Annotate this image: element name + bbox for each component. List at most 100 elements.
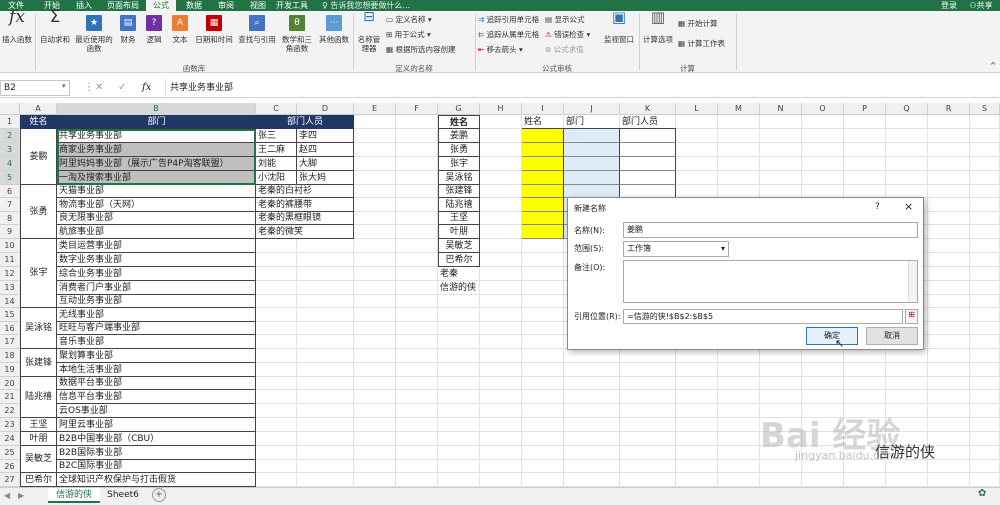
dept-cell[interactable]: 综合业务事业部 (57, 267, 256, 281)
scope-select[interactable]: 工作簿 ▾ (623, 241, 729, 257)
row-header[interactable]: 17 (0, 335, 20, 349)
col-header[interactable]: K (620, 103, 676, 115)
staff-cell[interactable]: 大脚 (297, 157, 354, 171)
input-cell[interactable] (522, 198, 564, 212)
chevron-down-icon[interactable]: ▾ (62, 82, 66, 90)
financial-button[interactable]: ▤ 财务 (118, 13, 138, 44)
staff-cell[interactable]: 赵四 (297, 143, 354, 157)
input-cell[interactable] (564, 157, 620, 171)
input-cell[interactable] (522, 157, 564, 171)
input-cell[interactable] (564, 129, 620, 143)
name-list-cell[interactable]: 姓名 (438, 115, 480, 129)
input-cell[interactable] (564, 143, 620, 157)
dept-cell[interactable]: B2B国际事业部 (57, 446, 256, 460)
input-cell[interactable] (522, 129, 564, 143)
enter-icon[interactable]: ✓ (118, 79, 126, 97)
fx-icon[interactable]: fx (142, 79, 151, 97)
name-cell[interactable]: 姜鹏 (20, 129, 57, 185)
staff-cell[interactable]: 老秦的白衬衫 (256, 185, 354, 198)
row-header[interactable]: 26 (0, 460, 20, 473)
name-cell[interactable]: 吴泳铭 (20, 308, 57, 349)
col-header[interactable]: M (718, 103, 760, 115)
input-cell[interactable] (620, 157, 676, 171)
use-in-formula-button[interactable]: ⊞ 用于公式 ▾ (386, 30, 466, 39)
dept-cell[interactable]: 全球知识产权保护与打击假货 (57, 473, 256, 487)
col-header[interactable]: L (676, 103, 718, 115)
sheet-tab[interactable]: Sheet6 (103, 488, 143, 503)
dept-cell[interactable]: 旺旺与客户端事业部 (57, 322, 256, 335)
name-cell[interactable]: 张勇 (20, 185, 57, 239)
header-cell[interactable]: 部门人员 (620, 115, 676, 129)
row-header[interactable]: 2 (0, 129, 20, 143)
row-header[interactable]: 21 (0, 390, 20, 404)
name-list-cell[interactable]: 陆兆禧 (438, 198, 480, 212)
row-header[interactable]: 3 (0, 143, 20, 157)
staff-cell[interactable]: 李四 (297, 129, 354, 143)
header-cell[interactable]: 姓名 (20, 115, 57, 129)
trace-precedents-button[interactable]: ⇉ 追踪引用单元格 (478, 15, 548, 24)
row-header[interactable]: 5 (0, 171, 20, 185)
row-header[interactable]: 18 (0, 349, 20, 363)
prev-sheet-icon[interactable]: ◀ (4, 491, 10, 500)
input-cell[interactable] (522, 225, 564, 239)
row-header[interactable]: 11 (0, 253, 20, 267)
name-box[interactable]: B2 (0, 80, 70, 96)
input-cell[interactable] (522, 143, 564, 157)
dept-cell[interactable]: 云OS事业部 (57, 404, 256, 418)
staff-cell[interactable]: 张三 (256, 129, 297, 143)
math-button[interactable]: θ 数学和三角函数 (282, 13, 312, 53)
dept-cell[interactable]: 阿里云事业部 (57, 418, 256, 432)
row-header[interactable]: 13 (0, 281, 20, 295)
input-cell[interactable] (620, 171, 676, 185)
name-list-cell[interactable]: 张建锋 (438, 185, 480, 198)
col-header[interactable]: R (928, 103, 970, 115)
col-header[interactable]: S (970, 103, 1000, 115)
row-header[interactable]: 20 (0, 377, 20, 390)
select-all-corner[interactable] (0, 103, 20, 115)
dept-cell[interactable]: 航旅事业部 (57, 225, 256, 239)
row-header[interactable]: 15 (0, 308, 20, 322)
staff-cell[interactable]: 刘能 (256, 157, 297, 171)
input-cell[interactable] (620, 143, 676, 157)
dept-cell[interactable]: 数据平台事业部 (57, 377, 256, 390)
ok-button[interactable]: 确定 (806, 327, 858, 345)
dept-cell[interactable]: 无线事业部 (57, 308, 256, 322)
dept-cell[interactable]: 本地生活事业部 (57, 363, 256, 377)
staff-cell[interactable]: 小沈阳 (256, 171, 297, 185)
staff-cell[interactable]: 王二麻 (256, 143, 297, 157)
dept-cell[interactable]: 天猫事业部 (57, 185, 256, 198)
header-cell[interactable]: 部门 (564, 115, 620, 129)
row-header[interactable]: 9 (0, 225, 20, 239)
dept-cell[interactable]: 物流事业部（天网） (57, 198, 256, 212)
dept-cell[interactable]: 聚划算事业部 (57, 349, 256, 363)
insert-function-button[interactable]: fx 插入函数 (2, 9, 32, 45)
trace-dependents-button[interactable]: ⇇ 追踪从属单元格 (478, 30, 548, 39)
col-header[interactable]: C (256, 103, 297, 115)
tab-data[interactable]: 数据 (180, 0, 208, 11)
name-cell[interactable]: 王坚 (20, 418, 57, 432)
dept-cell[interactable]: 类目运营事业部 (57, 239, 256, 253)
close-icon[interactable]: × (904, 200, 913, 213)
add-sheet-icon[interactable]: + (152, 488, 166, 502)
col-header[interactable]: O (802, 103, 844, 115)
header-cell[interactable]: 部门 (57, 115, 256, 129)
calculate-now-button[interactable]: ▦ 开始计算 (678, 19, 738, 28)
name-field[interactable]: 姜鹏 (623, 222, 918, 238)
dept-cell[interactable]: B2B中国事业部（CBU） (57, 432, 256, 446)
row-header[interactable]: 14 (0, 295, 20, 308)
input-cell[interactable] (564, 171, 620, 185)
row-header[interactable]: 4 (0, 157, 20, 171)
row-header[interactable]: 16 (0, 322, 20, 335)
col-header[interactable]: N (760, 103, 802, 115)
row-header[interactable]: 10 (0, 239, 20, 253)
next-sheet-icon[interactable]: ▶ (18, 491, 24, 500)
watch-window-button[interactable]: ▣ 监视窗口 (601, 10, 637, 45)
login-link[interactable]: 登录 (936, 0, 962, 11)
define-name-button[interactable]: ▭ 定义名称 ▾ (386, 15, 466, 24)
row-header[interactable]: 19 (0, 363, 20, 377)
dept-cell[interactable]: 信息平台事业部 (57, 390, 256, 404)
col-header[interactable]: Q (886, 103, 928, 115)
tab-formulas[interactable]: 公式 (146, 0, 176, 11)
col-header[interactable]: D (297, 103, 354, 115)
row-header[interactable]: 25 (0, 446, 20, 460)
